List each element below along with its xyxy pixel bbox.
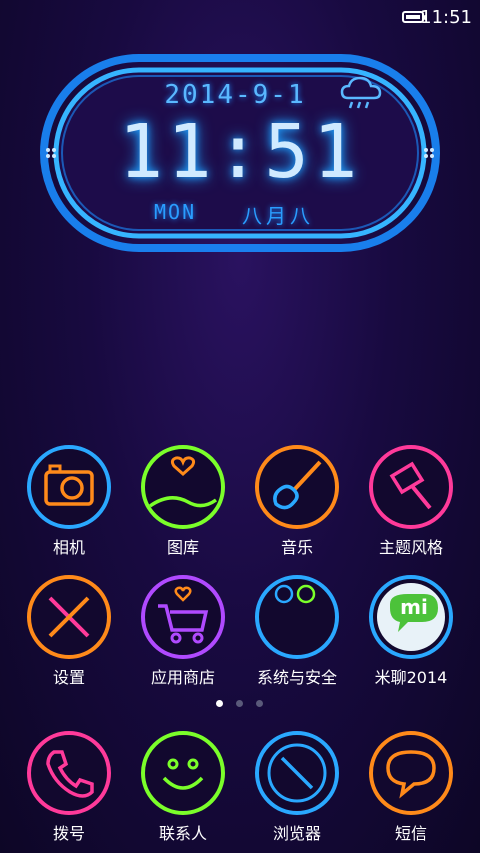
clock-weekday: MON: [154, 200, 197, 224]
app-label: 浏览器: [272, 824, 321, 843]
app-label: 设置: [52, 668, 85, 687]
app-themes[interactable]: 主题风格: [356, 444, 466, 564]
app-contacts[interactable]: 联系人: [128, 730, 238, 850]
clock-date: 2014-9-1: [164, 80, 306, 110]
folder-icon: [255, 575, 339, 659]
app-label: 联系人: [158, 824, 207, 843]
app-label: 短信: [394, 824, 427, 843]
app-browser[interactable]: 浏览器: [242, 730, 352, 850]
page-dot[interactable]: [216, 700, 223, 707]
app-label: 米聊2014: [374, 668, 448, 687]
svg-text:mi: mi: [400, 595, 428, 619]
app-camera[interactable]: 相机: [14, 444, 124, 564]
smiley-icon: [141, 731, 225, 815]
page-indicator: [0, 700, 480, 710]
browser-icon: [255, 731, 339, 815]
app-label: 应用商店: [150, 668, 215, 687]
app-label: 相机: [52, 538, 85, 557]
app-music[interactable]: 音乐: [242, 444, 352, 564]
app-label: 主题风格: [378, 538, 443, 557]
app-miliao[interactable]: mi 米聊2014: [356, 574, 466, 694]
status-bar: 11:51: [0, 0, 480, 36]
app-settings[interactable]: 设置: [14, 574, 124, 694]
guitar-icon: [255, 445, 339, 529]
message-icon: [369, 731, 453, 815]
app-label: 图库: [166, 538, 199, 557]
phone-icon: [27, 731, 111, 815]
clock-time: 11:51: [118, 109, 362, 195]
app-store[interactable]: 应用商店: [128, 574, 238, 694]
status-time: 11:51: [420, 7, 472, 28]
app-label: 音乐: [280, 538, 313, 557]
app-system-security[interactable]: 系统与安全: [242, 574, 352, 694]
app-gallery[interactable]: 图库: [128, 444, 238, 564]
clock-widget[interactable]: 2014-9-1 11:51 MON 八月八: [40, 54, 440, 252]
brush-icon: [369, 445, 453, 529]
app-label: 拨号: [52, 824, 85, 843]
miliao-icon: mi: [369, 575, 453, 659]
clock-lunar-date: 八月八: [242, 204, 314, 228]
cart-icon: [141, 575, 225, 659]
tools-icon: [27, 575, 111, 659]
page-dot[interactable]: [236, 700, 243, 707]
app-messages[interactable]: 短信: [356, 730, 466, 850]
page-dot[interactable]: [256, 700, 263, 707]
app-dialer[interactable]: 拨号: [14, 730, 124, 850]
gallery-icon: [141, 445, 225, 529]
app-label: 系统与安全: [256, 668, 337, 687]
camera-icon: [27, 445, 111, 529]
cloud-rain-icon: [340, 76, 382, 109]
